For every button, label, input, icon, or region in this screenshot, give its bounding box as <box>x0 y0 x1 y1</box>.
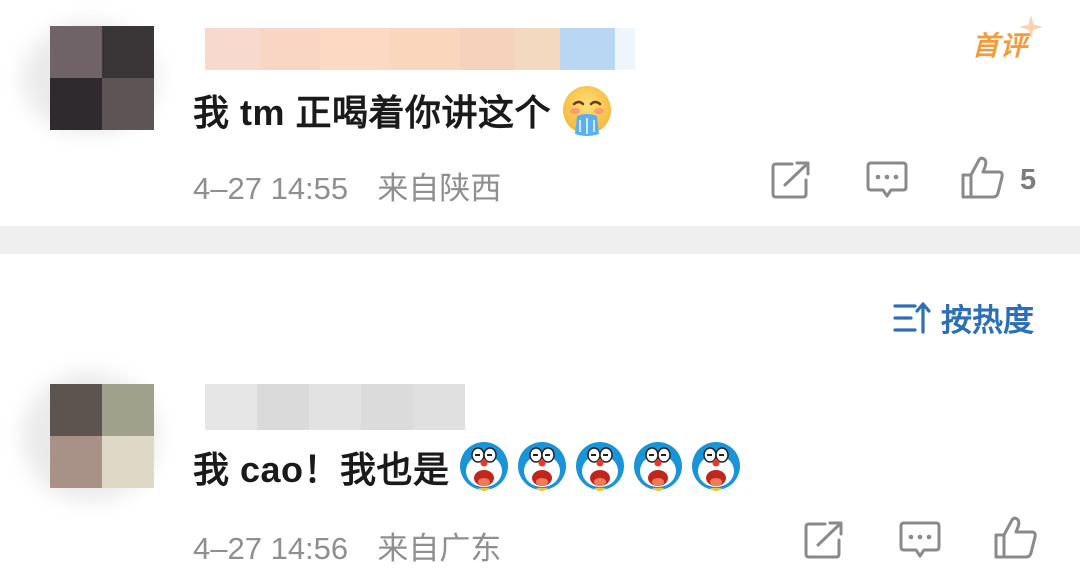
comment-text: 我 tm 正喝着你讲这个 <box>193 84 613 136</box>
avatar[interactable] <box>50 26 154 130</box>
comment-location: 来自广东 <box>377 531 502 566</box>
comment-location: 来自陕西 <box>377 171 502 206</box>
comment-icon[interactable] <box>865 160 909 200</box>
comment-icon[interactable] <box>898 520 942 560</box>
share-icon[interactable] <box>803 520 845 560</box>
comment-content: 我 cao！我也是 <box>193 449 450 490</box>
sort-button[interactable]: 按热度 <box>893 295 1034 340</box>
comment-meta: 4–27 14:55 来自陕西 <box>193 163 501 208</box>
doraemon-face-icon <box>459 442 508 491</box>
comment-text: 我 cao！我也是 <box>193 440 742 494</box>
like-icon[interactable] <box>960 156 1006 200</box>
emoji-row <box>458 440 742 494</box>
vomiting-face-icon <box>563 86 612 136</box>
comment-time: 4–27 14:56 <box>193 531 349 566</box>
comment-meta: 4–27 14:56 来自广东 <box>193 523 501 568</box>
doraemon-face-icon <box>575 442 624 491</box>
avatar[interactable] <box>50 384 154 488</box>
share-icon[interactable] <box>770 160 812 200</box>
username-blurred[interactable] <box>205 384 465 430</box>
like-icon[interactable] <box>993 516 1039 560</box>
like-count: 5 <box>1020 164 1037 196</box>
comment-time: 4–27 14:55 <box>193 171 349 206</box>
sort-icon <box>893 301 931 334</box>
comment-content: 我 tm 正喝着你讲这个 <box>193 92 552 133</box>
doraemon-face-icon <box>517 442 566 491</box>
doraemon-face-icon <box>691 442 740 491</box>
doraemon-face-icon <box>633 442 682 491</box>
sparkle-icon <box>1019 15 1043 39</box>
username-blurred[interactable] <box>205 28 635 70</box>
section-divider <box>0 226 1080 254</box>
sort-label: 按热度 <box>941 303 1034 338</box>
